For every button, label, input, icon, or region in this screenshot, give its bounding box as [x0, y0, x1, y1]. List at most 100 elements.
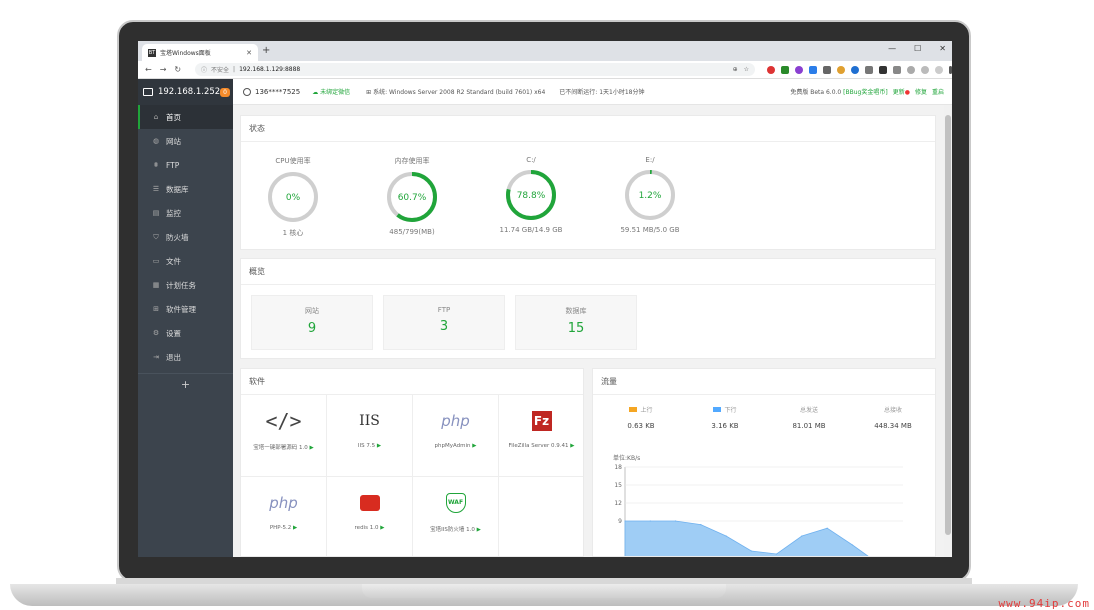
- url-field[interactable]: ⓘ 不安全 | 192.168.1.129:8888 ⊕ ☆: [195, 63, 755, 76]
- traffic-value: 81.01 MB: [792, 422, 826, 430]
- software-name: phpMyAdmin ▶: [413, 443, 498, 449]
- sidebar-item-3[interactable]: ☰ 数据库: [138, 177, 233, 201]
- scrollbar-thumb[interactable]: [945, 115, 951, 535]
- waf-icon: WAF: [413, 485, 498, 521]
- add-menu-button[interactable]: +: [138, 373, 233, 397]
- search-extension-icon[interactable]: [837, 65, 845, 74]
- dark-extension-icon[interactable]: [879, 65, 887, 74]
- gauge-sub: 59.51 MB/5.0 GB: [620, 226, 680, 234]
- zoom-icon[interactable]: ⊕: [733, 66, 738, 73]
- overview-card-0[interactable]: 网站 9: [251, 295, 373, 350]
- page-scrollbar[interactable]: [944, 105, 952, 557]
- circle-extension-icon[interactable]: [851, 65, 859, 74]
- minimize-icon[interactable]: —: [888, 44, 896, 53]
- play-icon[interactable]: ▶: [293, 525, 297, 531]
- software-item-6[interactable]: WAF 宝塔IIS防火墙 1.0 ▶: [413, 477, 499, 556]
- history-extension-icon[interactable]: [907, 65, 915, 74]
- wechat-icon: ☁: [312, 89, 321, 96]
- bookmark-star-icon[interactable]: ☆: [744, 66, 749, 73]
- filter-extension-icon[interactable]: [823, 65, 831, 74]
- data-point-1: [649, 520, 651, 522]
- sidebar-item-7[interactable]: ▦ 计划任务: [138, 273, 233, 297]
- gauge-row: CPU使用率 0% 1 核心 内存使用率 60.7% 485/799(MB) C:/ 78.8…: [241, 142, 935, 250]
- sidebar-item-10[interactable]: ⇥ 退出: [138, 345, 233, 369]
- gauge-value: 78.8%: [517, 191, 546, 201]
- overview-card-2[interactable]: 数据库 15: [515, 295, 637, 350]
- sidebar-item-1[interactable]: ◍ 网站: [138, 129, 233, 153]
- database-icon: ☰: [152, 185, 160, 193]
- sidebar-item-0[interactable]: ⌂ 首页: [138, 105, 233, 129]
- arrow-extension-icon[interactable]: [893, 65, 901, 74]
- close-window-icon[interactable]: ✕: [939, 44, 946, 53]
- play-icon[interactable]: ▶: [310, 445, 314, 451]
- folder-icon: ▭: [152, 257, 160, 265]
- green-extension-icon[interactable]: [781, 65, 789, 74]
- gauge-ring: 0%: [268, 172, 318, 222]
- repair-link[interactable]: 修复: [915, 87, 927, 96]
- gray-extension-icon[interactable]: [921, 65, 929, 74]
- software-item-0[interactable]: </> 宝塔一键部署源码 1.0 ▶: [241, 395, 327, 477]
- software-name-text: FileZilla Server 0.9.41: [508, 443, 569, 449]
- gauge-label: CPU使用率: [275, 157, 311, 165]
- new-tab-button[interactable]: +: [262, 45, 270, 56]
- restart-link[interactable]: 重启: [932, 87, 944, 96]
- url-text: 192.168.1.129:8888: [239, 66, 301, 73]
- laptop-base: [10, 584, 1078, 606]
- wechat-bind-link[interactable]: ☁ 未绑定微信: [312, 87, 350, 96]
- doc-extension-icon[interactable]: [865, 65, 873, 74]
- data-point-2: [674, 520, 677, 522]
- forward-icon[interactable]: →: [160, 65, 167, 74]
- message-badge[interactable]: 0: [220, 87, 230, 97]
- legend-swatch: [713, 407, 722, 412]
- update-dot-icon: ●: [904, 89, 910, 96]
- play-icon[interactable]: ▶: [472, 443, 476, 449]
- abp-extension-icon[interactable]: [767, 65, 775, 74]
- blue-extension-icon[interactable]: [809, 65, 817, 74]
- software-name: 宝塔一键部署源码 1.0 ▶: [241, 443, 326, 451]
- info-icon[interactable]: ⓘ: [201, 65, 207, 74]
- play-icon[interactable]: ▶: [380, 525, 384, 531]
- gauge-0: CPU使用率 0% 1 核心: [248, 142, 338, 238]
- sidebar-item-8[interactable]: ⊞ 软件管理: [138, 297, 233, 321]
- purple-extension-icon[interactable]: [795, 65, 803, 74]
- overview-card-1[interactable]: FTP 3: [383, 295, 505, 350]
- play-icon[interactable]: ▶: [570, 443, 574, 449]
- software-name-text: 宝塔IIS防火墙 1.0: [430, 527, 475, 533]
- nav-buttons: ← → ↻: [145, 65, 195, 74]
- overview-label: 数据库: [565, 307, 587, 315]
- sidebar-item-6[interactable]: ▭ 文件: [138, 249, 233, 273]
- sidebar-item-2[interactable]: ⩩ FTP: [138, 153, 233, 177]
- update-link[interactable]: 更新●: [893, 87, 910, 96]
- sidebar-item-5[interactable]: ⛉ 防火墙: [138, 225, 233, 249]
- traffic-label-text: 上行: [640, 407, 653, 414]
- php-icon: php: [269, 494, 298, 512]
- software-item-5[interactable]: redis 1.0 ▶: [327, 477, 413, 556]
- gauge-ring: 1.2%: [625, 170, 675, 220]
- sidebar-host: 192.168.1.252 0: [138, 79, 233, 105]
- gauge-value: 60.7%: [398, 193, 427, 203]
- traffic-stat-2: 总发送 81.01 MB: [769, 405, 849, 430]
- reload-icon[interactable]: ↻: [174, 65, 181, 74]
- software-name-text: IIS 7.5: [357, 443, 376, 449]
- bug-reward-link[interactable]: [BBug奖金唱币]: [843, 89, 888, 96]
- profile-icon[interactable]: [935, 65, 943, 74]
- user-account[interactable]: 136****7525: [243, 87, 300, 96]
- software-item-4[interactable]: php PHP-5.2 ▶: [241, 477, 327, 556]
- tab-close-icon[interactable]: ✕: [246, 49, 252, 57]
- data-point-6: [776, 553, 778, 555]
- menu-kebab-icon[interactable]: [949, 65, 952, 74]
- maximize-icon[interactable]: ☐: [914, 44, 921, 53]
- sidebar-item-4[interactable]: ▤ 监控: [138, 201, 233, 225]
- play-icon[interactable]: ▶: [477, 527, 481, 533]
- sidebar-item-label: 退出: [166, 352, 181, 362]
- software-item-3[interactable]: Fz FileZilla Server 0.9.41 ▶: [499, 395, 583, 477]
- software-item-1[interactable]: IIS IIS 7.5 ▶: [327, 395, 413, 477]
- play-icon[interactable]: ▶: [377, 443, 381, 449]
- security-label: 不安全: [211, 67, 230, 74]
- browser-tab[interactable]: BT 宝塔Windows面板 ✕: [142, 44, 258, 61]
- software-item-2[interactable]: php phpMyAdmin ▶: [413, 395, 499, 477]
- software-name: FileZilla Server 0.9.41 ▶: [499, 443, 583, 449]
- gauge-value: 0%: [286, 193, 301, 203]
- sidebar-item-9[interactable]: ⚙ 设置: [138, 321, 233, 345]
- back-icon[interactable]: ←: [145, 65, 152, 74]
